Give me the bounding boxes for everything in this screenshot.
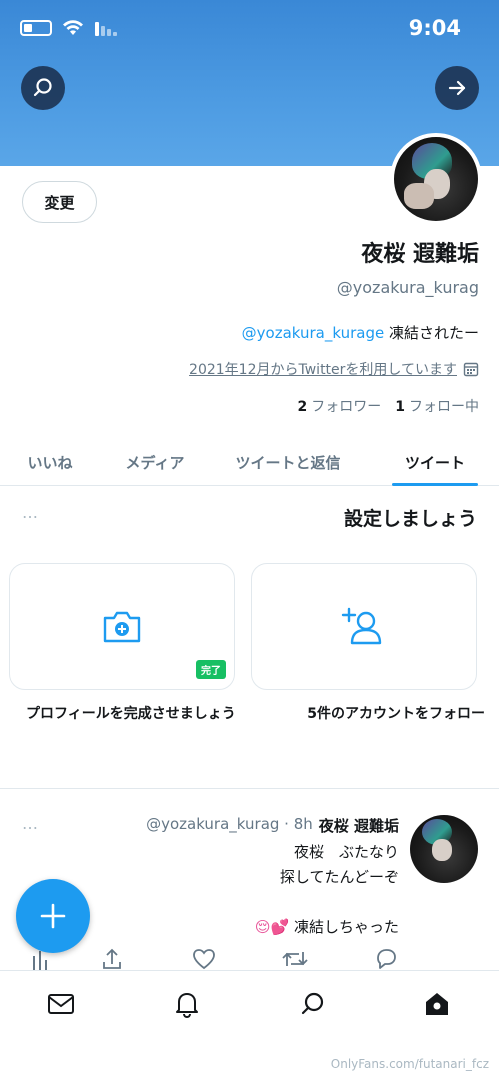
profile-avatar[interactable] — [390, 133, 482, 225]
bio-text: 凍結されたー — [388, 324, 479, 342]
setup-title: 設定しましょう — [343, 508, 477, 530]
tab-tweets[interactable]: ツイート — [380, 438, 490, 486]
compose-tweet-button[interactable] — [16, 879, 90, 953]
reply-icon[interactable] — [374, 948, 398, 970]
arrow-right-icon — [448, 80, 466, 96]
camera-plus-icon — [103, 611, 141, 642]
watermark: OnlyFans.com/futanari_fcz — [330, 1057, 489, 1071]
joined-date: 2021年12月からTwitterを利用しています — [189, 359, 479, 379]
tab-tweets-and-replies[interactable]: ツイートと返信 — [218, 438, 358, 486]
mail-icon — [48, 994, 74, 1014]
tweet-header: @yozakura_kurag · 8h 夜桜 遐難垢 — [146, 815, 399, 836]
done-badge: 完了 — [196, 660, 226, 679]
setup-card-follow[interactable] — [251, 563, 477, 690]
tweet-actions — [0, 948, 499, 972]
search-icon — [301, 992, 324, 1015]
tab-media[interactable]: メディア — [110, 438, 200, 486]
nav-messages[interactable] — [46, 989, 76, 1019]
plus-icon — [40, 903, 66, 929]
profile-handle: @yozakura_kurag — [336, 278, 479, 297]
tweet-last-line: 凍結しちゃった — [293, 918, 399, 936]
share-icon[interactable] — [102, 948, 122, 970]
wifi-icon — [63, 20, 83, 35]
tweet-emoji: 😌💕 — [254, 918, 290, 936]
bio-mention-link[interactable]: @yozakura_kurage — [242, 324, 385, 342]
nav-notifications[interactable] — [172, 989, 202, 1019]
setup-more-icon[interactable]: … — [22, 503, 39, 522]
tweet-text-line: 探してたんどーぞ — [279, 868, 399, 886]
tweet-author-name[interactable]: 夜桜 遐難垢 — [319, 815, 399, 836]
setup-card-follow-label: 5件のアカウントをフォロー — [307, 706, 485, 722]
tweet-avatar[interactable] — [410, 815, 478, 883]
setup-card-profile[interactable]: 完了 — [9, 563, 235, 690]
following-link[interactable]: 1 フォロー中 — [395, 396, 479, 416]
bottom-navigation — [0, 970, 499, 1036]
signal-icon — [95, 22, 117, 36]
battery-icon — [20, 20, 52, 36]
home-icon — [426, 993, 448, 1015]
like-icon[interactable] — [192, 948, 216, 970]
add-user-icon — [341, 607, 382, 644]
tweet-more-icon[interactable]: … — [22, 814, 39, 833]
profile-bio: @yozakura_kurage 凍結されたー — [242, 322, 479, 343]
search-button[interactable] — [21, 66, 65, 110]
section-divider — [0, 788, 499, 789]
profile-name: 夜桜 遐難垢 — [361, 242, 479, 267]
followers-link[interactable]: 2 フォロワー — [298, 396, 382, 416]
follow-stats: 2 フォロワー 1 フォロー中 — [298, 396, 480, 416]
tab-likes[interactable]: いいね — [10, 438, 90, 486]
retweet-icon[interactable] — [282, 948, 308, 970]
forward-button[interactable] — [435, 66, 479, 110]
nav-home[interactable] — [422, 989, 452, 1019]
status-bar: 9:04 — [0, 14, 499, 48]
search-icon — [33, 78, 52, 97]
profile-tabs: ツイート ツイートと返信 メディア いいね — [0, 438, 499, 486]
tweet-text-line: 夜桜 ぶたなり — [293, 843, 399, 861]
calendar-icon — [463, 362, 479, 377]
status-time: 9:04 — [408, 16, 461, 40]
nav-search[interactable] — [298, 989, 328, 1019]
edit-profile-button[interactable]: 変更 — [22, 181, 97, 223]
tweet-text-line: 😌💕 凍結しちゃった — [255, 916, 399, 937]
tweet-meta: @yozakura_kurag · 8h — [146, 815, 313, 833]
setup-card-profile-label: プロフィールを完成させましょう — [26, 706, 236, 722]
bell-icon — [176, 993, 198, 1018]
joined-text: 2021年12月からTwitterを利用しています — [189, 362, 457, 378]
